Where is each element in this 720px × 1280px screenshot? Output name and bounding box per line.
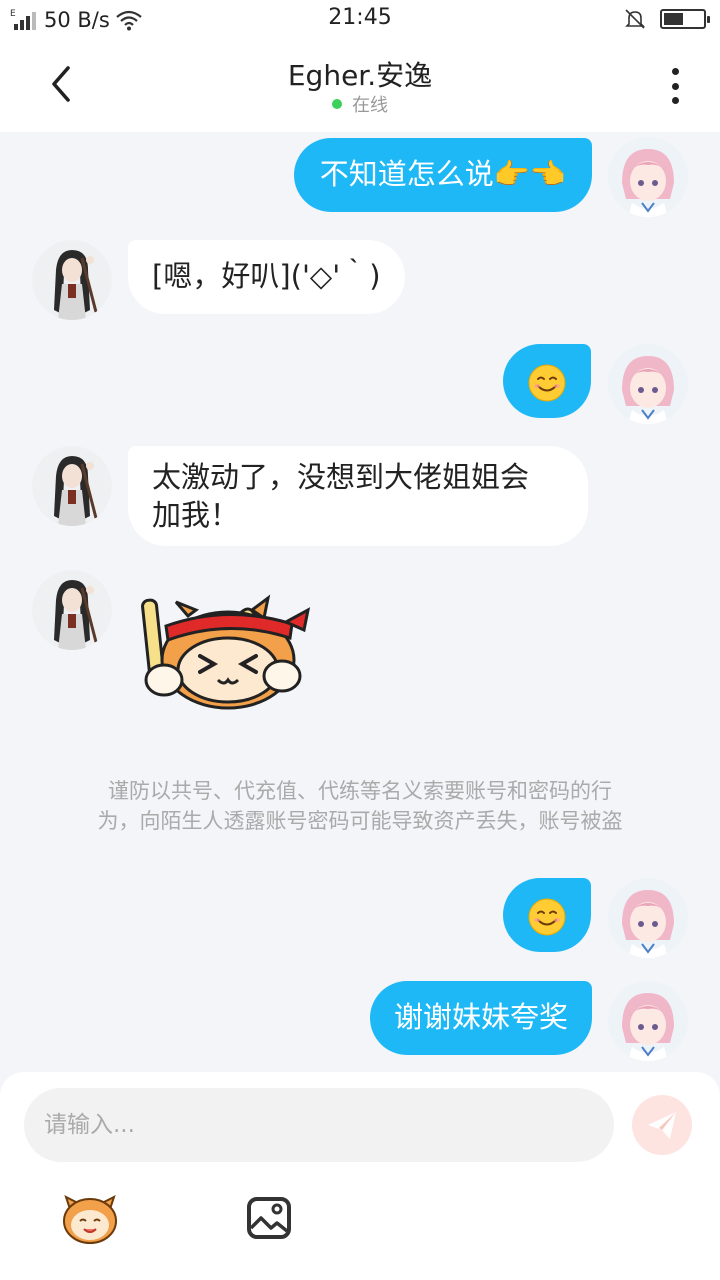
- more-dot-icon: [671, 97, 679, 104]
- message-text: [嗯，好叭]('◇'｀): [152, 259, 381, 293]
- message-list: 不知道怎么说👉👈 [嗯，好叭]('◇'｀) 太激动了，没想到大佬姐姐会 加我！: [0, 132, 720, 1072]
- more-dot-icon: [671, 68, 679, 75]
- composer-panel: [0, 1072, 720, 1280]
- my-avatar[interactable]: [608, 137, 688, 217]
- message-bubble-outgoing[interactable]: [503, 878, 591, 952]
- message-text: 谢谢妹妹夸奖: [393, 1000, 568, 1034]
- more-dot-icon: [671, 82, 679, 90]
- my-avatar[interactable]: [608, 981, 688, 1061]
- warning-line: 谨防以共号、代充值、代练等名义索要账号和密码的行: [108, 779, 612, 803]
- contact-avatar[interactable]: [32, 446, 112, 526]
- chat-header: Egher.安逸 在线: [0, 40, 720, 132]
- contact-avatar[interactable]: [32, 240, 112, 320]
- send-button[interactable]: [632, 1095, 692, 1155]
- drumming-monkey-sticker[interactable]: [136, 586, 316, 716]
- status-right: [624, 8, 710, 30]
- sticker-monkey-icon[interactable]: [60, 1187, 120, 1247]
- message-input[interactable]: [24, 1088, 614, 1162]
- presence-label: 在线: [352, 95, 388, 116]
- status-bar: E 50 B/s 21:45: [0, 0, 720, 40]
- contact-avatar[interactable]: [32, 570, 112, 650]
- clock: 21:45: [328, 5, 392, 30]
- message-text: 不知道怎么说👉👈: [319, 157, 566, 191]
- online-dot-icon: [332, 99, 342, 109]
- my-avatar[interactable]: [608, 878, 688, 958]
- security-warning: 谨防以共号、代充值、代练等名义索要账号和密码的行 为，向陌生人透露账号密码可能导…: [60, 776, 660, 836]
- more-options-button[interactable]: [660, 66, 690, 106]
- smiling-face-icon: [528, 364, 566, 402]
- message-text-line: 加我！: [152, 498, 240, 532]
- message-bubble-outgoing[interactable]: [503, 344, 591, 418]
- contact-name: Egher.安逸: [287, 59, 433, 92]
- battery-level: [664, 13, 683, 25]
- my-avatar[interactable]: [608, 344, 688, 424]
- warning-line: 为，向陌生人透露账号密码可能导致资产丢失，账号被盗: [97, 809, 623, 833]
- send-plane-icon: [648, 1112, 676, 1139]
- image-picker-icon[interactable]: [246, 1196, 292, 1240]
- message-bubble-outgoing[interactable]: 不知道怎么说👉👈: [293, 138, 592, 212]
- presence-status: 在线: [0, 91, 720, 117]
- smiling-face-icon: [528, 898, 566, 936]
- message-bubble-incoming[interactable]: 太激动了，没想到大佬姐姐会 加我！: [128, 446, 588, 546]
- message-bubble-outgoing[interactable]: 谢谢妹妹夸奖: [369, 981, 592, 1055]
- message-text-line: 太激动了，没想到大佬姐姐会: [152, 460, 530, 494]
- message-bubble-incoming[interactable]: [嗯，好叭]('◇'｀): [128, 240, 405, 314]
- battery-icon: [660, 9, 710, 29]
- mute-bell-icon: [625, 9, 645, 29]
